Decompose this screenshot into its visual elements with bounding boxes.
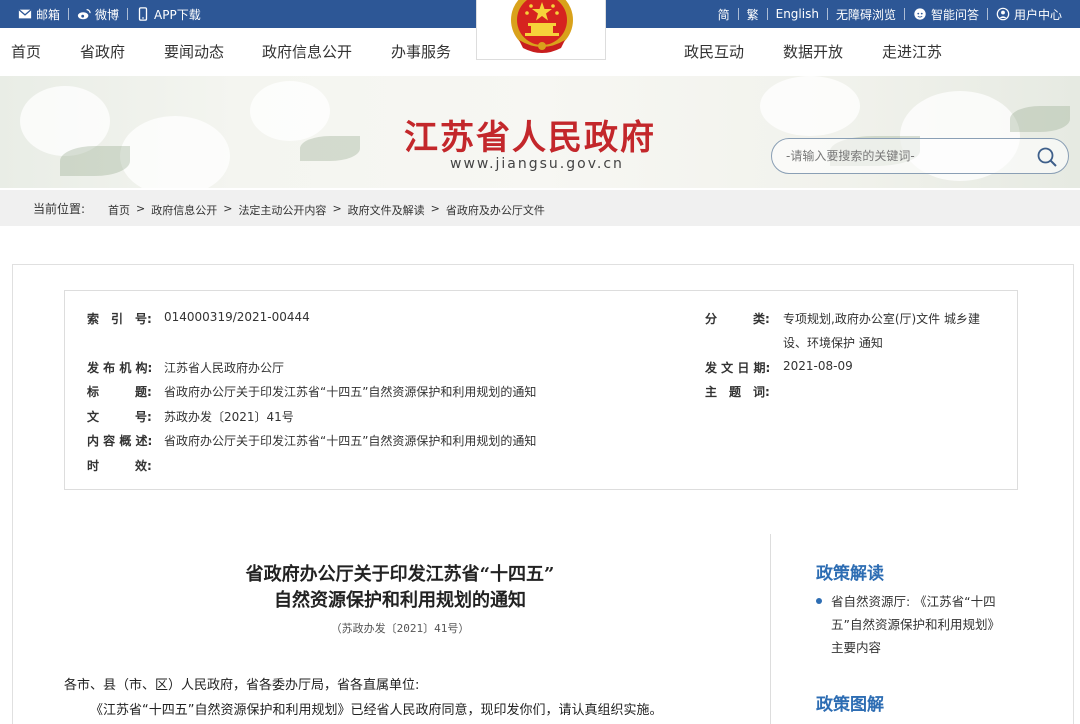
user-center-link[interactable]: 用户中心	[988, 6, 1070, 23]
breadcrumb-item-info-disclosure[interactable]: 政府信息公开	[151, 202, 217, 218]
site-title: 江苏省人民政府	[404, 118, 656, 158]
leaf-decoration	[1010, 106, 1070, 132]
simplified-label: 简	[717, 7, 730, 22]
nav-item-info-disclosure[interactable]: 政府信息公开	[262, 28, 352, 76]
sidebar-divider	[770, 534, 771, 724]
chat-bot-icon	[914, 8, 926, 20]
breadcrumb-item-home[interactable]: 首页	[108, 202, 130, 218]
breadcrumb: 当前位置: 首页 > 政府信息公开 > 法定主动公开内容 > 政府文件及解读 >…	[0, 190, 1080, 226]
document-title-line2: 自然资源保护和利用规划的通知	[274, 590, 526, 611]
traditional-label: 繁	[746, 7, 759, 22]
mail-icon	[18, 9, 32, 19]
breadcrumb-item-office-documents[interactable]: 省政府及办公厅文件	[446, 202, 545, 218]
user-label: 用户中心	[1013, 7, 1062, 22]
nav-item-news[interactable]: 要闻动态	[164, 28, 224, 76]
nav-item-about-jiangsu[interactable]: 走进江苏	[882, 28, 942, 76]
search-box	[771, 138, 1069, 174]
index-label: 索 引 号:	[87, 312, 152, 326]
national-emblem-box	[476, 0, 606, 60]
nav-item-interaction[interactable]: 政民互动	[684, 28, 744, 76]
document-number: （苏政办发〔2021〕41号）	[330, 622, 470, 635]
site-url: www.jiangsu.gov.cn	[450, 156, 624, 172]
search-input[interactable]	[786, 147, 1026, 165]
title-label: 标 题:	[87, 385, 152, 399]
flower-decoration	[120, 116, 230, 188]
breadcrumb-separator: >	[223, 202, 233, 215]
breadcrumb-separator: >	[430, 202, 440, 215]
phone-icon	[138, 7, 148, 21]
policy-interpretation-link[interactable]: 省自然资源厅: 《江苏省“十四五”自然资源保护和利用规划》主要内容	[831, 590, 1011, 659]
subject-label: 主 题 词:	[705, 385, 770, 399]
validity-label: 时 效:	[87, 459, 152, 473]
breadcrumb-separator: >	[136, 202, 146, 215]
breadcrumb-path: 首页 > 政府信息公开 > 法定主动公开内容 > 政府文件及解读 > 省政府及办…	[108, 202, 545, 218]
category-value-line1: 专项规划,政府办公室(厅)文件 城乡建	[783, 312, 980, 326]
date-value: 2021-08-09	[783, 359, 853, 373]
breadcrumb-item-statutory-content[interactable]: 法定主动公开内容	[238, 202, 326, 218]
nav-item-province-government[interactable]: 省政府	[80, 28, 125, 76]
mail-link[interactable]: 邮箱	[10, 6, 68, 23]
search-icon[interactable]	[1036, 146, 1058, 168]
simplified-chinese-link[interactable]: 简	[710, 6, 738, 23]
flower-decoration	[250, 81, 330, 141]
accessible-label: 无障碍浏览	[835, 7, 896, 22]
leaf-decoration	[300, 136, 360, 161]
smart-qa-link[interactable]: 智能问答	[905, 6, 987, 23]
document-metadata: 索 引 号: 014000319/2021-00444 分 类: 专项规划,政府…	[64, 290, 1018, 490]
title-value: 省政府办公厅关于印发江苏省“十四五”自然资源保护和利用规划的通知	[164, 385, 537, 399]
weibo-label: 微博	[95, 7, 120, 22]
category-value-line2: 设、环境保护 通知	[783, 336, 883, 350]
app-label: APP下载	[154, 7, 201, 22]
document-title-line1: 省政府办公厅关于印发江苏省“十四五”	[245, 564, 555, 585]
bullet-icon	[816, 598, 822, 604]
breadcrumb-label: 当前位置:	[33, 202, 86, 216]
summary-value: 省政府办公厅关于印发江苏省“十四五”自然资源保护和利用规划的通知	[164, 434, 537, 448]
flower-decoration	[760, 76, 860, 136]
issuer-label: 发 布 机 构:	[87, 361, 153, 375]
user-icon	[996, 7, 1010, 21]
policy-interpretation-heading: 政策解读	[816, 564, 884, 584]
document-title: 省政府办公厅关于印发江苏省“十四五” 自然资源保护和利用规划的通知	[180, 562, 620, 614]
breadcrumb-separator: >	[332, 202, 342, 215]
policy-graphics-heading: 政策图解	[816, 695, 884, 715]
traditional-chinese-link[interactable]: 繁	[739, 6, 767, 23]
accessible-browsing-link[interactable]: 无障碍浏览	[828, 6, 904, 23]
mail-label: 邮箱	[36, 7, 61, 22]
nav-item-home[interactable]: 首页	[11, 28, 41, 76]
qa-label: 智能问答	[930, 7, 979, 22]
date-label: 发 文 日 期:	[705, 361, 771, 375]
index-value: 014000319/2021-00444	[164, 310, 310, 324]
docno-value: 苏政办发〔2021〕41号	[164, 410, 294, 424]
english-link[interactable]: English	[768, 7, 827, 21]
category-label: 分 类:	[705, 312, 770, 326]
docno-label: 文 号:	[87, 410, 152, 424]
breadcrumb-item-government-documents[interactable]: 政府文件及解读	[348, 202, 425, 218]
leaf-decoration	[60, 146, 130, 176]
english-label: English	[775, 7, 819, 21]
nav-item-services[interactable]: 办事服务	[391, 28, 451, 76]
app-download-link[interactable]: APP下载	[128, 6, 209, 23]
document-paragraph: 《江苏省“十四五”自然资源保护和利用规划》已经省人民政府同意，现印发你们，请认真…	[90, 703, 663, 718]
weibo-icon	[77, 9, 91, 20]
weibo-link[interactable]: 微博	[69, 6, 127, 23]
national-emblem-icon	[511, 0, 573, 53]
document-recipients: 各市、县（市、区）人民政府，省各委办厅局，省各直属单位:	[64, 678, 420, 693]
nav-item-open-data[interactable]: 数据开放	[783, 28, 843, 76]
summary-label: 内 容 概 述:	[87, 434, 153, 448]
issuer-value: 江苏省人民政府办公厅	[164, 361, 285, 375]
